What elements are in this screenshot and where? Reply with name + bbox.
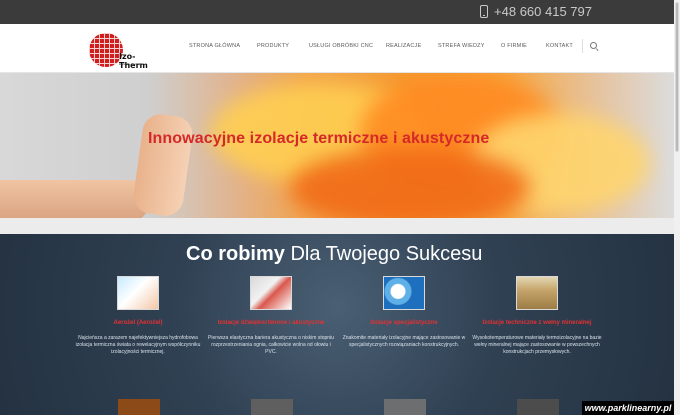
flame-decor (290, 148, 530, 218)
logo[interactable]: Izo-Therm www.izo-therm.pl (89, 33, 153, 70)
bottom-thumbnail[interactable] (118, 399, 160, 415)
hero-title: Innowacyjne izolacje termiczne i akustyc… (148, 130, 490, 147)
brand-name: Izo-Therm (119, 52, 148, 70)
specialist-thumbnail[interactable] (383, 276, 425, 310)
service-title[interactable]: Izolacje dźwiękochłonne i akustyczne (206, 319, 336, 327)
service-description: Najcieńsza a zarazem najefektywniejsza h… (75, 335, 201, 355)
bottom-thumbnail[interactable] (251, 399, 293, 415)
aerogel-thumbnail[interactable] (117, 276, 159, 310)
section-divider (0, 218, 674, 234)
menu-item-knowledge[interactable]: STREFA WIEDZY (438, 43, 485, 49)
hand-image (0, 105, 195, 218)
phone-number[interactable]: +48 660 415 797 (494, 4, 592, 19)
menu-item-cnc-services[interactable]: USŁUGI OBRÓBKI CNC (309, 43, 373, 49)
menu-separator (582, 39, 583, 53)
vertical-scrollbar[interactable] (674, 0, 680, 415)
menu-item-about[interactable]: O FIRMIE (501, 43, 527, 49)
service-card-acoustic[interactable]: Izolacje dźwiękochłonne i akustyczne Pie… (206, 276, 336, 356)
service-description: Wysokotemperaturowe materiały termoizola… (472, 335, 602, 355)
menu-item-home[interactable]: STRONA GŁÓWNA (189, 43, 240, 49)
scrollbar-thumb[interactable] (675, 2, 679, 152)
globe-logo-icon (89, 33, 123, 67)
hero-banner: Innowacyjne izolacje termiczne i akustyc… (0, 73, 674, 218)
phone-contact[interactable]: +48 660 415 797 (480, 4, 592, 19)
phone-icon (480, 5, 489, 18)
acoustic-thumbnail[interactable] (250, 276, 292, 310)
palm-shape (131, 112, 195, 218)
service-description: Znakomite materiały izolacyjne mające za… (342, 335, 466, 348)
service-title[interactable]: Izolacje techniczne z wełny mineralnej (472, 319, 602, 327)
menu-item-realizations[interactable]: REALIZACJE (386, 43, 421, 49)
service-card-mineral-wool[interactable]: Izolacje techniczne z wełny mineralnej W… (472, 276, 602, 356)
service-card-aerogel[interactable]: Aerożel (Aerożel) Najcieńsza a zarazem n… (73, 276, 203, 356)
menu-item-contact[interactable]: KONTAKT (546, 43, 573, 49)
next-row-thumbnails (118, 399, 568, 415)
menu-item-products[interactable]: PRODUKTY (257, 43, 289, 49)
arm-shape (0, 180, 150, 218)
watermark: www.parklinearny.pl (582, 401, 674, 415)
bottom-thumbnail[interactable] (384, 399, 426, 415)
top-bar: +48 660 415 797 (0, 0, 680, 24)
bottom-thumbnail[interactable] (517, 399, 559, 415)
service-title[interactable]: Izolacje specjalistyczne (339, 319, 469, 327)
brand-url: www.izo-therm.pl (119, 62, 142, 66)
service-card-specialist[interactable]: Izolacje specjalistyczne Znakomite mater… (339, 276, 469, 349)
search-icon[interactable] (590, 42, 597, 49)
service-title[interactable]: Aerożel (Aerożel) (73, 319, 203, 327)
services-section: Co robimy Dla Twojego Sukcesu Aerożel (A… (0, 234, 674, 415)
section-title: Co robimy Dla Twojego Sukcesu (186, 243, 483, 265)
main-navbar: Izo-Therm www.izo-therm.pl STRONA GŁÓWNA… (0, 24, 674, 73)
service-description: Pierwsza elastyczna bariera akustyczna o… (208, 335, 334, 355)
mineral-wool-thumbnail[interactable] (516, 276, 558, 310)
